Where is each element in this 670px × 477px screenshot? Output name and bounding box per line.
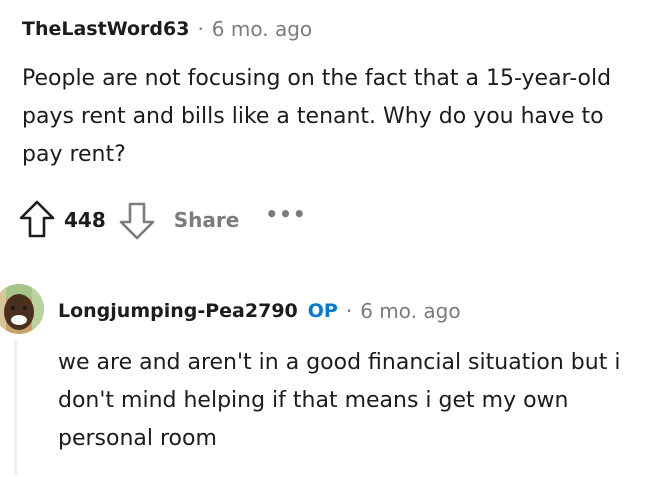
reply-comment: Longjumping-Pea2790 OP · 6 mo. ago we ar… (0, 282, 670, 477)
meta-separator: · (197, 17, 204, 41)
comment-meta: TheLastWord63 · 6 mo. ago (22, 14, 662, 44)
upvote-arrow-icon (19, 200, 55, 238)
avatar-image (0, 284, 44, 334)
downvote-button[interactable] (118, 198, 156, 242)
share-button[interactable]: Share (174, 208, 240, 232)
op-badge: OP (307, 300, 338, 322)
downvote-arrow-icon (119, 202, 155, 240)
comment-author-link[interactable]: TheLastWord63 (22, 14, 189, 44)
meta-separator: · (345, 299, 353, 323)
avatar[interactable] (0, 284, 44, 334)
reply-meta: Longjumping-Pea2790 OP · 6 mo. ago (58, 296, 461, 326)
vote-score: 448 (64, 208, 106, 232)
more-options-icon[interactable]: ••• (265, 202, 306, 226)
reply-timestamp[interactable]: 6 mo. ago (360, 299, 460, 323)
upvote-button[interactable] (18, 198, 56, 242)
thread-line[interactable] (14, 340, 17, 475)
comment-body: People are not focusing on the fact that… (22, 66, 612, 167)
comment-action-bar: 448 Share ••• (18, 198, 307, 242)
comment-timestamp[interactable]: 6 mo. ago (212, 14, 312, 44)
comment: TheLastWord63 · 6 mo. ago People are not… (22, 14, 662, 174)
reply-body: we are and aren't in a good financial si… (58, 350, 621, 451)
reply-author-link[interactable]: Longjumping-Pea2790 (58, 300, 298, 322)
